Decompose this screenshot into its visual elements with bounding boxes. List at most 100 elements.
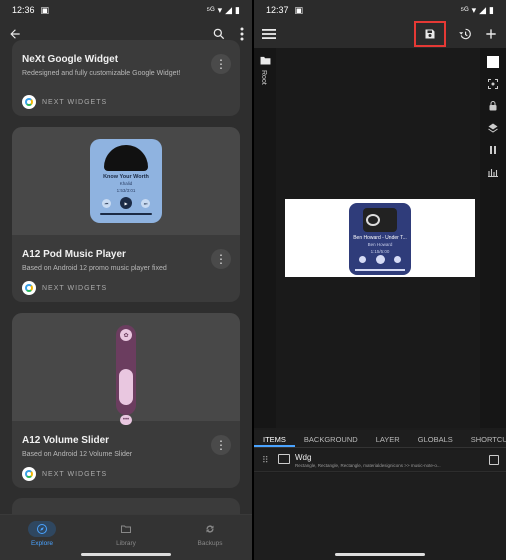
brand-label: NEXT WIDGETS [42,284,108,292]
song-artist: Ben Howard [367,242,393,247]
save-icon [425,29,435,39]
volume-slider-preview: ✿ ••• [116,325,136,425]
album-art [363,208,397,232]
status-icons: ⁵ᴳ ▾ ◢ ▮ [206,5,240,16]
layer-list-item[interactable]: ⠿ Wdg Rectangle, Rectangle, Rectangle, m… [254,450,506,472]
previous-icon [359,256,366,263]
nav-label: Library [116,540,136,547]
more-vert-icon[interactable] [240,27,244,41]
widget-card-pod-music[interactable]: Know Your Worth Khalid 1:53/3:01 ⏮ ▶ ⏭ A… [12,127,240,302]
card-description: Redesigned and fully customizable Google… [22,70,181,77]
music-widget-preview[interactable]: Ben Howard - Under T... Ben Howard 1:15/… [349,203,411,275]
menu-icon[interactable] [262,28,276,40]
brand-label: NEXT WIDGETS [42,98,108,106]
seek-bar [355,269,405,271]
nav-library[interactable]: Library [96,521,156,547]
editor-area[interactable]: Root Ben Howard - Under T... Ben Howard … [254,48,506,428]
tab-layer[interactable]: LAYER [367,430,409,447]
wifi-icon: ▾ [217,4,223,15]
drag-handle-icon[interactable]: ⠿ [262,455,269,466]
battery-icon: ▮ [235,4,240,15]
player-controls: ⏮ ▶ ⏭ [102,197,150,209]
widget-card-next-google[interactable]: NeXt Google Widget Redesigned and fully … [12,40,240,116]
seek-bar [100,213,152,215]
save-button[interactable] [414,21,446,47]
editor-toolbar [254,20,506,48]
nav-label: Backups [197,540,223,547]
card-title: A12 Volume Slider [22,435,110,446]
next-widgets-logo-icon [22,467,36,481]
brand-label: NEXT WIDGETS [42,470,108,478]
image-icon: ▣ [294,4,304,15]
home-indicator [335,553,425,556]
widget-card-volume-slider[interactable]: ✿ ••• A12 Volume Slider Based on Android… [12,313,240,488]
items-panel [254,473,506,560]
tool-rail [480,48,506,428]
card-brand: NEXT WIDGETS [22,467,107,481]
folder-icon[interactable] [260,56,271,65]
play-icon: ▶ [120,197,132,209]
back-arrow-icon[interactable] [8,27,22,41]
song-time: 1:15/5:00 [370,249,390,254]
status-time: 12:36 [12,5,35,15]
status-bar: 12:36 ▣ ⁵ᴳ ▾ ◢ ▮ [0,0,252,20]
left-phone-screen: 12:36 ▣ ⁵ᴳ ▾ ◢ ▮ NeXt Google Widget Rede… [0,0,252,560]
pod-player-preview: Know Your Worth Khalid 1:53/3:01 ⏮ ▶ ⏭ [90,139,162,223]
folder-icon [121,525,131,533]
card-more-button[interactable]: ⋮ [211,435,231,455]
pause-icon[interactable] [487,144,499,156]
image-icon: ▣ [40,4,50,15]
lock-icon[interactable] [487,100,499,112]
previous-icon: ⏮ [102,198,111,208]
song-time: 1:53/3:01 [116,188,136,193]
next-widgets-logo-icon [22,281,36,295]
search-icon[interactable] [212,27,226,41]
album-art [104,145,148,171]
player-controls [359,255,401,264]
battery-icon: ▮ [489,4,494,15]
breadcrumb-root[interactable]: Root [260,70,267,85]
5g-icon: ⁵ᴳ [206,5,215,15]
card-more-button[interactable]: ⋮ [211,249,231,269]
slider-fill [119,369,133,405]
focus-icon[interactable] [487,78,499,90]
breadcrumb-rail: Root [254,48,276,428]
wifi-icon: ▾ [471,4,477,15]
card-more-button[interactable]: ⋮ [211,54,231,74]
song-title: Ben Howard - Under T... [353,235,407,241]
more-horiz-icon: ••• [120,415,132,425]
tab-globals[interactable]: GLOBALS [409,430,462,447]
layer-contents: Rectangle, Rectangle, Rectangle, materia… [295,463,441,468]
layer-checkbox[interactable] [489,455,499,465]
next-widgets-logo-icon [22,95,36,109]
widget-preview: ✿ ••• [12,313,240,425]
vinyl-icon [366,214,380,226]
widget-canvas[interactable]: Ben Howard - Under T... Ben Howard 1:15/… [285,199,475,277]
color-swatch-icon[interactable] [487,56,499,68]
layers-icon[interactable] [487,122,499,134]
compass-icon [37,524,47,534]
card-brand: NEXT WIDGETS [22,95,107,109]
card-title: A12 Pod Music Player [22,249,126,260]
next-icon: ⏭ [141,198,150,208]
equalizer-icon[interactable] [487,166,499,178]
tab-shortcuts[interactable]: SHORTCU [462,430,506,447]
signal-icon: ◢ [479,4,487,15]
tab-background[interactable]: BACKGROUND [295,430,367,447]
tab-items[interactable]: ITEMS [254,430,295,447]
add-icon[interactable] [484,27,498,41]
song-title: Know Your Worth [103,174,149,180]
nav-explore[interactable]: Explore [12,521,72,547]
status-time: 12:37 [266,5,289,15]
card-brand: NEXT WIDGETS [22,281,107,295]
nav-backups[interactable]: Backups [180,521,240,547]
status-icons: ⁵ᴳ ▾ ◢ ▮ [460,5,494,16]
history-icon[interactable] [458,27,472,41]
editor-tabs: ITEMS BACKGROUND LAYER GLOBALS SHORTCU [254,430,506,448]
nav-label: Explore [30,540,54,547]
next-icon [394,256,401,263]
sync-icon [206,525,214,533]
card-title: NeXt Google Widget [22,54,119,65]
signal-icon: ◢ [225,4,233,15]
card-description: Based on Android 12 Volume Slider [22,451,133,458]
